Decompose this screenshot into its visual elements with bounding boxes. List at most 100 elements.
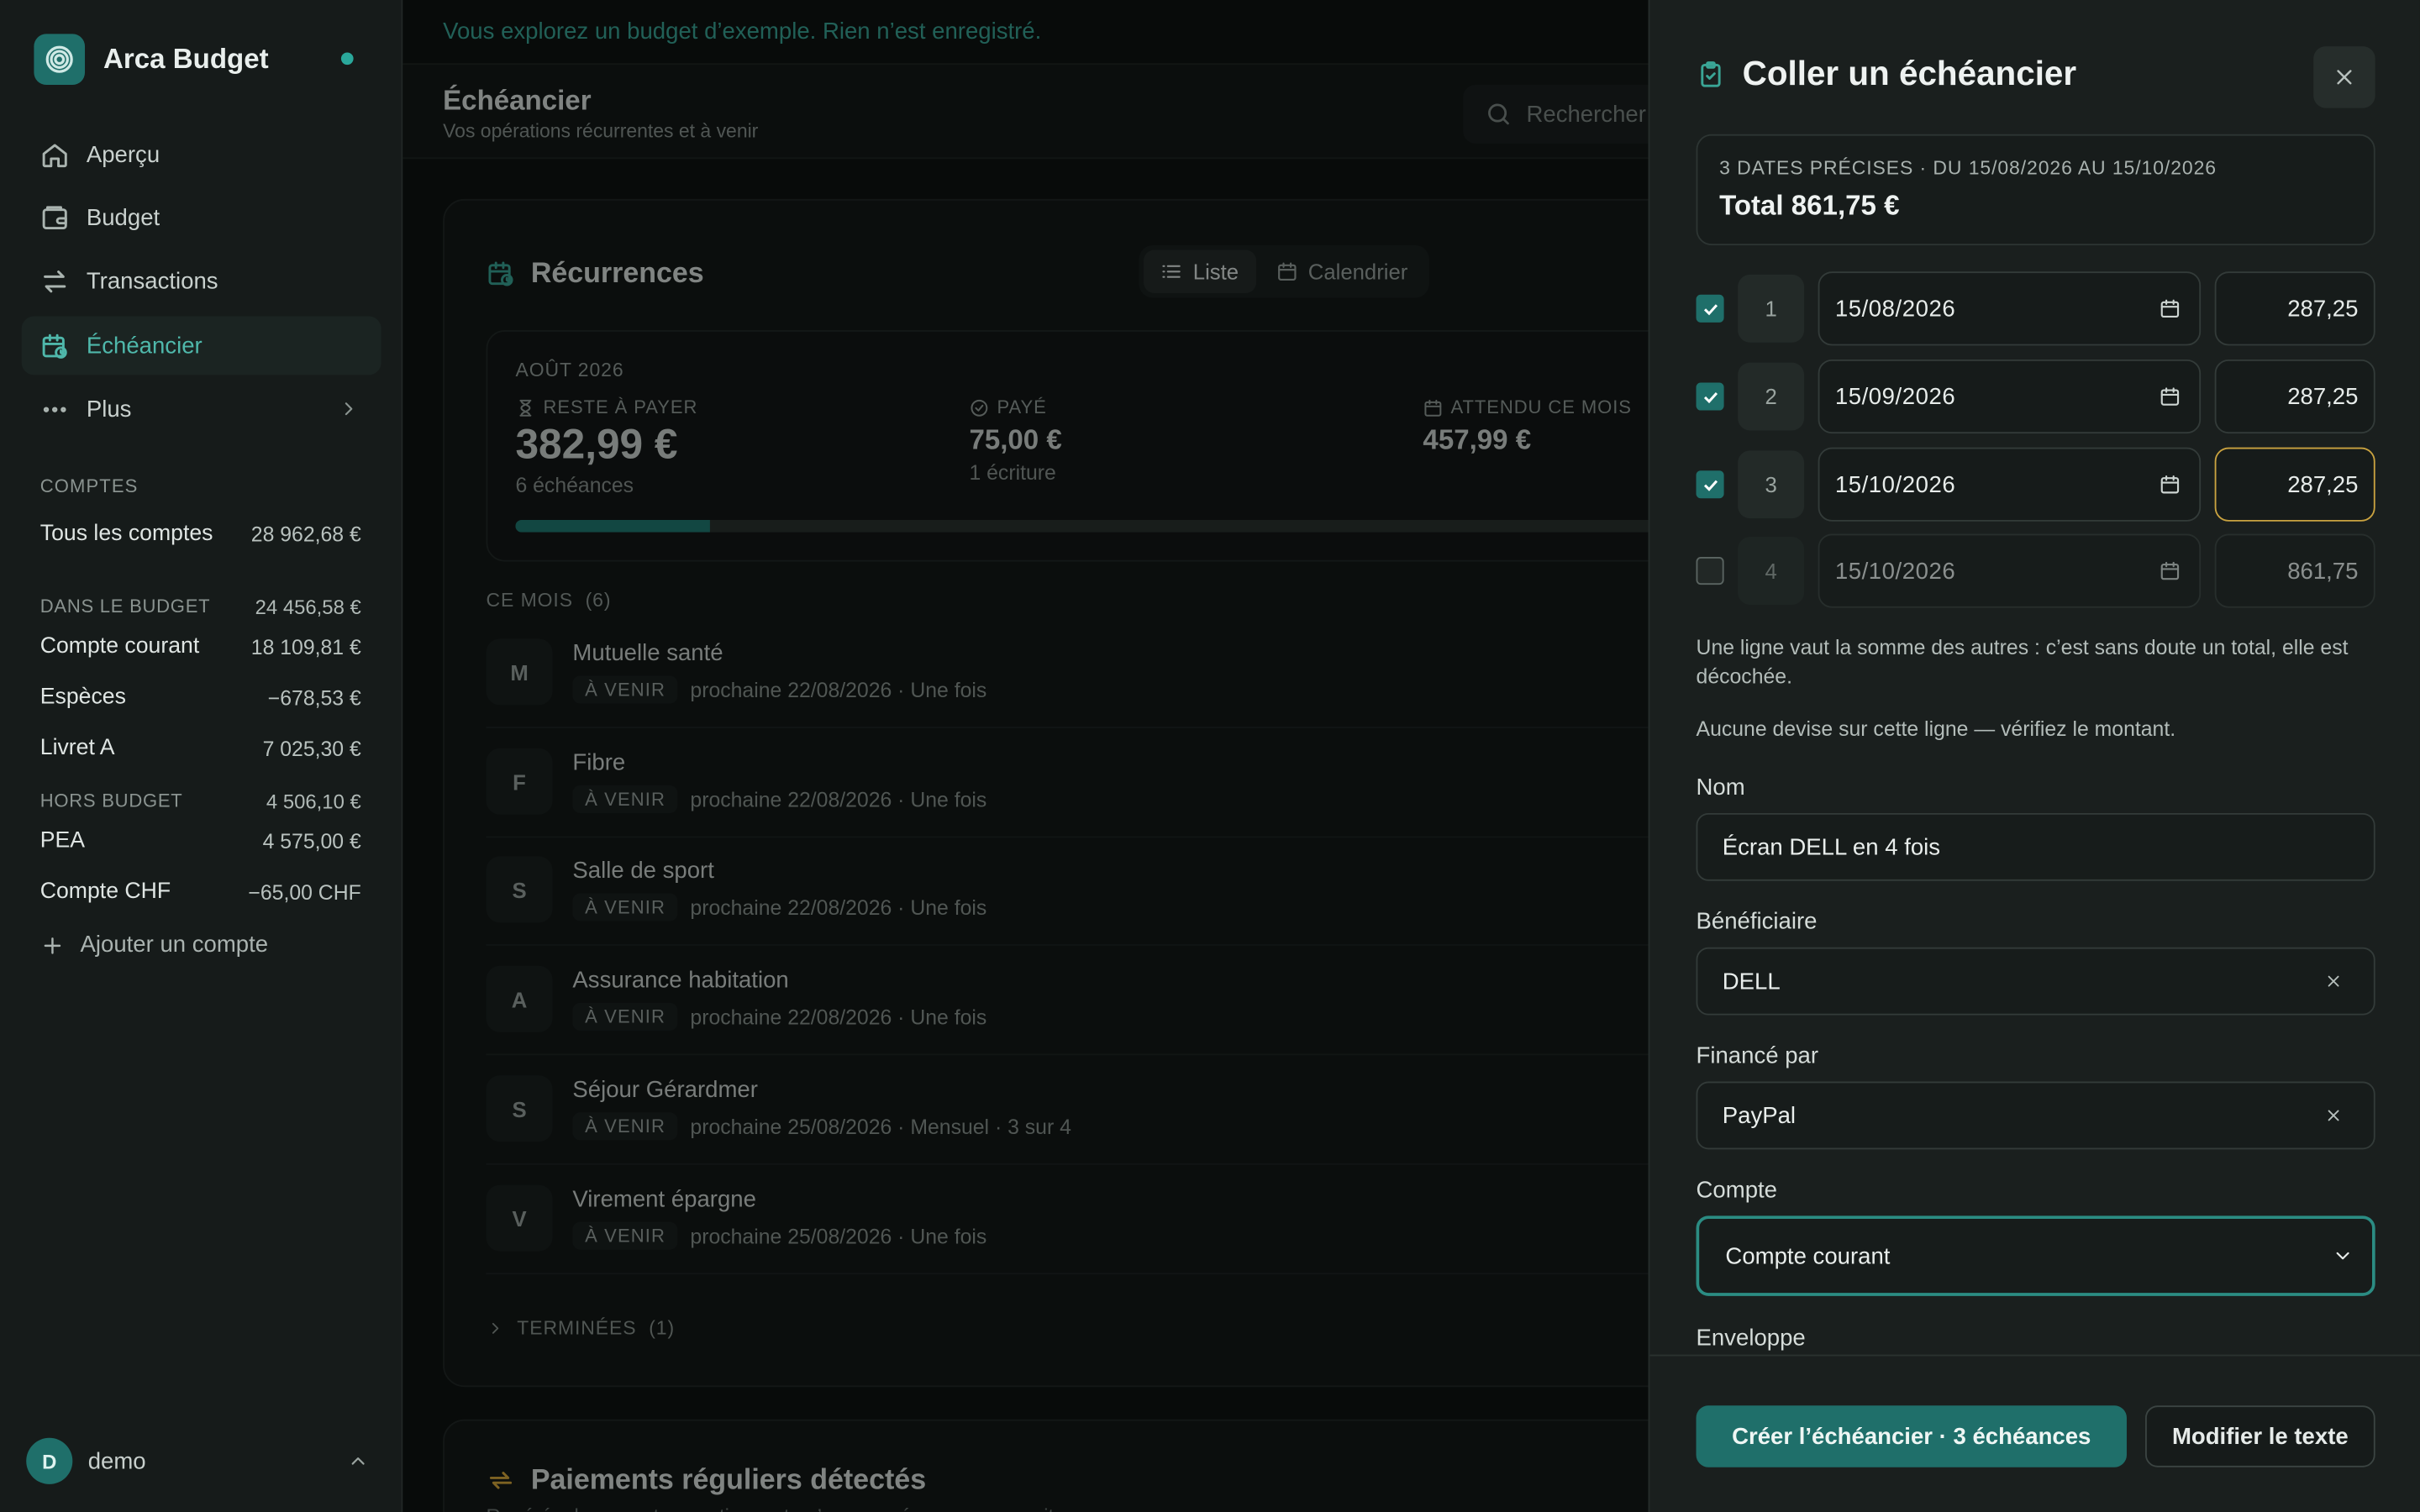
line-date-input[interactable]: 15/10/2026 (1818, 447, 2202, 522)
line-index: 2 (1738, 362, 1805, 431)
payee-label: Bénéficiaire (1696, 908, 1818, 936)
nav-plus[interactable]: Plus (22, 380, 381, 438)
sidebar: Arca Budget Aperçu Budget Transactions É… (0, 0, 403, 1512)
funded-by-field[interactable]: PayPal (1696, 1081, 2375, 1150)
account-label: Compte (1696, 1177, 1778, 1204)
clear-funded-icon[interactable] (2324, 1106, 2343, 1125)
plus-icon (40, 932, 65, 957)
account-compte-courant[interactable]: Compte courant 18 109,81 € (40, 634, 361, 659)
account-select[interactable]: Compte courant (1696, 1215, 2375, 1296)
account-name: Compte courant (39, 633, 200, 659)
date-value: 15/08/2026 (1834, 295, 1956, 322)
account-name: Compte CHF (39, 879, 171, 905)
transfer-icon (40, 266, 70, 296)
nav-label: Échéancier (86, 332, 203, 360)
name-value: Écran DELL en 4 fois (1722, 833, 1941, 860)
group-balance: 4 506,10 € (266, 790, 361, 813)
line-amount-input[interactable]: 287,25 (2214, 271, 2375, 346)
account-compte-chf[interactable]: Compte CHF −65,00 CHF (40, 879, 361, 904)
line-amount-input[interactable]: 861,75 (2214, 533, 2375, 608)
line-index: 3 (1738, 450, 1805, 519)
calendar-icon (2160, 297, 2181, 319)
name-label: Nom (1696, 774, 1745, 801)
line-date-input[interactable]: 15/08/2026 (1818, 271, 2202, 346)
schedule-total: Total 861,75 € (1719, 189, 1900, 221)
account-name: PEA (39, 828, 86, 853)
line-date-input[interactable]: 15/09/2026 (1818, 359, 2202, 434)
clipboard-icon (1697, 60, 1726, 89)
line-checkbox[interactable] (1696, 470, 1724, 499)
funded-by-value: PayPal (1722, 1102, 1797, 1129)
nav-label: Aperçu (86, 141, 160, 168)
group-in-budget: DANS LE BUDGET 24 456,58 € (40, 596, 361, 619)
nav-apercu[interactable]: Aperçu (22, 125, 381, 184)
account-balance: −678,53 € (267, 685, 361, 709)
currency-warning-note: Aucune devise sur cette ligne — vérifiez… (1696, 717, 2176, 741)
line-amount-input[interactable]: 287,25 (2214, 359, 2375, 434)
nav-transactions[interactable]: Transactions (22, 251, 381, 310)
account-balance: 7 025,30 € (262, 737, 361, 760)
schedule-range: 3 dates précises · du 15/08/2026 au 15/1… (1719, 157, 2217, 180)
line-date-input[interactable]: 15/10/2026 (1818, 533, 2202, 608)
wallet-icon (40, 203, 70, 233)
edit-text-button[interactable]: Modifier le texte (2145, 1405, 2375, 1467)
arca-logo-icon (34, 34, 86, 86)
chevron-down-icon (2332, 1245, 2354, 1267)
nav-budget[interactable]: Budget (22, 188, 381, 247)
panel-footer: Créer l’échéancier · 3 échéances Modifie… (1649, 1354, 2420, 1512)
group-balance: 24 456,58 € (255, 595, 361, 619)
group-label: DANS LE BUDGET (39, 595, 211, 617)
date-value: 15/09/2026 (1834, 383, 1956, 410)
close-button[interactable] (2313, 46, 2375, 108)
avatar: D (26, 1437, 73, 1484)
line-checkbox[interactable] (1696, 557, 1724, 585)
account-pea[interactable]: PEA 4 575,00 € (40, 828, 361, 853)
paste-schedule-panel: Coller un échéancier 3 dates précises · … (1648, 0, 2420, 1512)
calendar-clock-icon (40, 331, 70, 360)
panel-title: Coller un échéancier (1697, 54, 2077, 94)
brand[interactable]: Arca Budget (34, 34, 269, 86)
payee-value: DELL (1722, 968, 1781, 995)
user-menu[interactable]: D demo (26, 1437, 378, 1484)
nav-label: Plus (86, 396, 132, 423)
line-checkbox[interactable] (1696, 382, 1724, 411)
add-account-label: Ajouter un compte (80, 932, 269, 958)
date-value: 15/10/2026 (1834, 557, 1956, 585)
schedule-summary: 3 dates précises · du 15/08/2026 au 15/1… (1696, 134, 2375, 246)
chevron-right-icon (338, 398, 360, 420)
date-value: 15/10/2026 (1834, 471, 1956, 498)
schedule-line: 3 15/10/2026 287,25 (1696, 447, 2375, 522)
home-icon (40, 139, 70, 169)
panel-title-text: Coller un échéancier (1742, 54, 2077, 93)
account-all[interactable]: Tous les comptes 28 962,68 € (40, 522, 361, 546)
more-icon (40, 394, 70, 423)
group-label: HORS BUDGET (39, 790, 183, 812)
payee-field[interactable]: DELL (1696, 947, 2375, 1016)
add-account-button[interactable]: Ajouter un compte (40, 932, 268, 958)
funded-by-label: Financé par (1696, 1042, 1819, 1069)
create-schedule-button[interactable]: Créer l’échéancier · 3 échéances (1696, 1405, 2127, 1467)
calendar-icon (2160, 560, 2181, 582)
nav-label: Transactions (86, 267, 218, 294)
accounts-section-label: COMPTES (39, 475, 139, 497)
account-livret-a[interactable]: Livret A 7 025,30 € (40, 736, 361, 760)
sum-warning-note: Une ligne vaut la somme des autres : c’e… (1696, 635, 2349, 689)
line-index: 4 (1738, 537, 1805, 605)
user-name: demo (87, 1447, 146, 1474)
chevron-up-icon (347, 1450, 369, 1472)
name-field[interactable]: Écran DELL en 4 fois (1696, 812, 2375, 881)
nav-label: Budget (86, 204, 160, 231)
status-dot (340, 52, 354, 66)
calendar-icon (2160, 474, 2181, 496)
line-amount-input[interactable]: 287,25 (2214, 447, 2375, 522)
line-checkbox[interactable] (1696, 294, 1724, 323)
account-balance: 18 109,81 € (250, 634, 361, 659)
account-name: Espèces (39, 685, 126, 710)
calendar-icon (2160, 386, 2181, 407)
nav-echeancier[interactable]: Échéancier (21, 316, 381, 375)
account-balance: 4 575,00 € (262, 829, 361, 853)
clear-payee-icon[interactable] (2324, 972, 2343, 990)
account-balance: 28 962,68 € (250, 522, 361, 546)
account-especes[interactable]: Espèces −678,53 € (40, 685, 361, 709)
schedule-line: 4 15/10/2026 861,75 (1696, 533, 2375, 608)
